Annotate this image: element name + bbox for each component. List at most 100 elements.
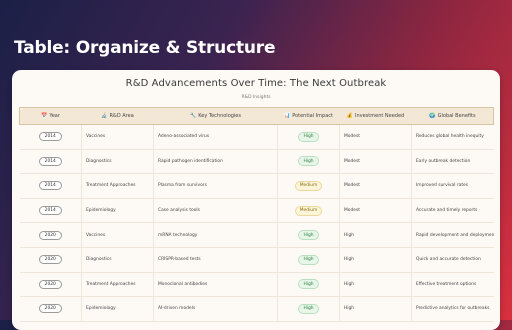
area-text: Diagnostics [86, 257, 112, 263]
investment-text: High [344, 257, 355, 263]
impact-badge: High [298, 254, 319, 265]
impact-badge: Medium [294, 205, 323, 216]
impact-cell: Medium [277, 198, 340, 224]
technology-cell: Monoclonal antibodies [153, 272, 278, 298]
investment-text: Modest [344, 208, 360, 214]
technology-cell: Plasma from survivors [153, 173, 278, 199]
investment-cell: High [339, 296, 412, 322]
benefit-text: Reduces global health inequity [416, 134, 484, 140]
year-cell: 2020 [19, 272, 82, 298]
year-cell: 2014 [19, 124, 82, 150]
area-text: Epidemiology [86, 306, 116, 312]
column-header-label: Investment Needed [355, 113, 405, 119]
card-title: R&D Advancements Over Time: The Next Out… [125, 78, 387, 89]
impact-badge: Medium [294, 180, 323, 191]
area-cell: Epidemiology [81, 296, 154, 322]
benefit-text: Effective treatment options [416, 281, 477, 287]
area-icon: 🔬 [101, 113, 108, 119]
investment-text: High [344, 232, 355, 238]
technology-cell: AI-driven models [153, 296, 278, 322]
table-row: 2014 Vaccines Adeno-associated virus High Mo… [19, 124, 494, 150]
area-cell: Treatment Approaches [81, 173, 154, 199]
technology-cell: Case analysis tools [153, 198, 278, 224]
year-badge: 2020 [38, 255, 62, 265]
technology-cell: mRNA technology [153, 222, 278, 248]
benefit-text: Improved survival rates [416, 183, 469, 189]
investment-cell: High [339, 247, 412, 273]
benefit-cell: Quick and accurate detection [411, 247, 494, 273]
impact-cell: High [277, 222, 340, 248]
column-header-label: Key Technologies [198, 113, 241, 119]
impact-badge: High [298, 156, 319, 167]
year-badge: 2020 [38, 230, 62, 240]
table-header-row: 📅 Year 🔬 R&D Area 🔧 Key Technologies 📊 Potentia… [19, 107, 494, 125]
technology-text: mRNA technology [158, 232, 198, 238]
technology-cell: CRISPR-based tests [153, 247, 278, 273]
year-badge: 2020 [38, 279, 62, 289]
investment-cell: Modest [339, 149, 412, 175]
table-card: R&D Advancements Over Time: The Next Out… [12, 70, 500, 330]
area-text: Vaccines [86, 134, 106, 140]
benefit-cell: Early outbreak detection [411, 149, 494, 175]
year-cell: 2020 [19, 296, 82, 322]
calendar-icon: 📅 [41, 113, 48, 119]
year-badge: 2014 [38, 156, 62, 166]
investment-text: Modest [344, 183, 360, 189]
investment-cell: High [339, 222, 412, 248]
area-text: Treatment Approaches [86, 183, 136, 189]
column-header-5[interactable]: 🌍 Global Benefits [411, 107, 494, 125]
card-subtitle: R&D Insights [241, 95, 271, 100]
impact-cell: Medium [277, 173, 340, 199]
column-header-label: Year [49, 113, 60, 119]
technology-text: CRISPR-based tests [158, 257, 201, 263]
investment-cell: Modest [339, 173, 412, 199]
area-cell: Vaccines [81, 124, 154, 150]
year-badge: 2014 [38, 206, 62, 216]
column-header-4[interactable]: 💰 Investment Needed [339, 107, 412, 125]
table-body: 2014 Vaccines Adeno-associated virus High Mo… [19, 124, 494, 322]
benefit-cell: Improved survival rates [411, 173, 494, 199]
year-cell: 2020 [19, 247, 82, 273]
globe-icon: 🌍 [429, 113, 436, 119]
table-row: 2014 Epidemiology Case analysis tools Mediu… [19, 198, 494, 224]
investment-text: Modest [344, 134, 360, 140]
table-row: 2020 Epidemiology AI-driven models High High… [19, 296, 494, 322]
benefit-text: Early outbreak detection [416, 158, 471, 164]
column-header-3[interactable]: 📊 Potential Impact [277, 107, 340, 125]
benefit-text: Predictive analytics for outbreaks [416, 306, 490, 312]
column-header-label: Potential Impact [292, 113, 334, 119]
impact-badge: High [298, 131, 319, 142]
year-cell: 2014 [19, 173, 82, 199]
area-text: Treatment Approaches [86, 281, 136, 287]
year-cell: 2014 [19, 149, 82, 175]
impact-icon: 📊 [283, 113, 291, 119]
column-header-0[interactable]: 📅 Year [19, 107, 82, 125]
column-header-2[interactable]: 🔧 Key Technologies [153, 107, 278, 125]
investment-text: Modest [344, 158, 360, 164]
area-text: Epidemiology [86, 208, 116, 214]
column-header-label: Global Benefits [437, 113, 476, 119]
benefit-cell: Effective treatment options [411, 272, 494, 298]
investment-cell: Modest [339, 124, 412, 150]
technology-cell: Rapid pathogen identification [153, 149, 278, 175]
investment-icon: 💰 [346, 113, 353, 119]
column-header-label: R&D Area [109, 113, 134, 119]
area-cell: Epidemiology [81, 198, 154, 224]
year-cell: 2014 [19, 198, 82, 224]
impact-cell: High [277, 149, 340, 175]
benefit-text: Accurate and timely reports [416, 208, 478, 214]
banner-title: Table: Organize & Structure [14, 38, 276, 58]
area-cell: Diagnostics [81, 247, 154, 273]
table-row: 2014 Diagnostics Rapid pathogen identifica… [19, 149, 494, 175]
table-row: 2020 Treatment Approaches Monoclonal antib… [19, 272, 494, 298]
impact-cell: High [277, 272, 340, 298]
impact-badge: High [298, 303, 319, 314]
benefit-cell: Predictive analytics for outbreaks [411, 296, 494, 322]
technology-text: AI-driven models [158, 306, 196, 312]
technology-icon: 🔧 [189, 113, 197, 119]
technology-text: Adeno-associated virus [158, 134, 210, 140]
investment-text: High [344, 306, 355, 312]
technology-text: Plasma from survivors [158, 183, 207, 189]
rd-table: 📅 Year 🔬 R&D Area 🔧 Key Technologies 📊 Potentia… [19, 107, 494, 322]
column-header-1[interactable]: 🔬 R&D Area [81, 107, 154, 125]
